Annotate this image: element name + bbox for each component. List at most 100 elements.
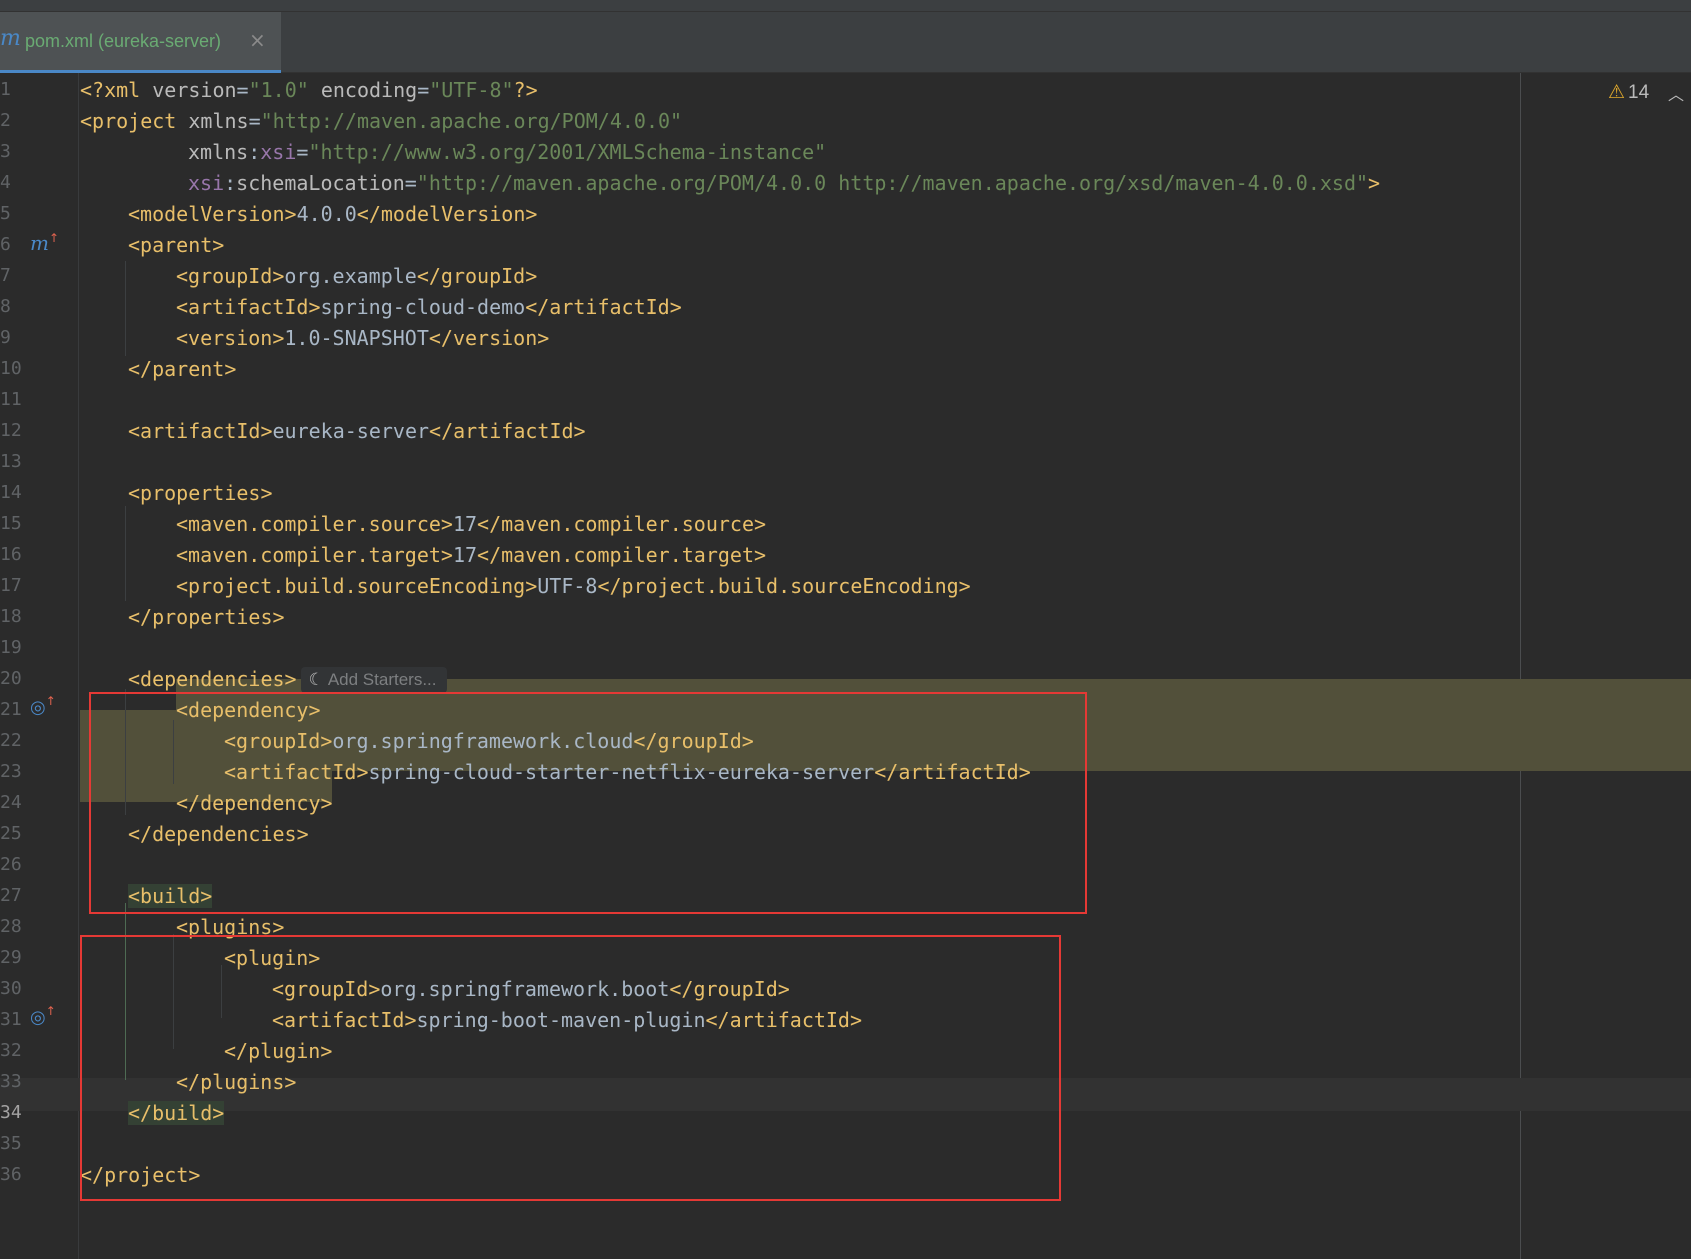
code-line[interactable]: 15 <maven.compiler.source>17</maven.comp…: [0, 507, 1691, 540]
code-line[interactable]: 9 <version>1.0-SNAPSHOT</version>: [0, 321, 1691, 354]
annotation-box-build: [80, 935, 1061, 1201]
attr-name: encoding: [308, 78, 418, 102]
colon: :: [224, 171, 237, 195]
inspections-widget[interactable]: ⚠ 14: [1608, 81, 1649, 104]
line-number: 28: [0, 916, 22, 937]
code-line[interactable]: 7 <groupId>org.example</groupId>: [0, 259, 1691, 292]
tag: </project.build.sourceEncoding>: [597, 574, 971, 598]
tag-text: 4.0.0: [296, 202, 357, 226]
line-number: 22: [0, 730, 22, 751]
window-top-strip: [0, 0, 1691, 12]
code-line[interactable]: 13: [0, 445, 1691, 478]
line-number: 6: [0, 234, 11, 255]
line-number: 8: [0, 296, 11, 317]
namespace: xsi: [260, 140, 297, 164]
code-text: <groupId>org.example</groupId>: [176, 264, 537, 288]
code-line[interactable]: 19: [0, 631, 1691, 664]
code-line[interactable]: 5 <modelVersion>4.0.0</modelVersion>: [0, 197, 1691, 230]
code-line[interactable]: 18 </properties>: [0, 600, 1691, 633]
add-starters-button[interactable]: ☾ Add Starters...: [300, 667, 447, 693]
line-number: 23: [0, 761, 22, 782]
line-number: 7: [0, 265, 11, 286]
line-number: 12: [0, 420, 22, 441]
close-icon[interactable]: ×: [249, 28, 266, 52]
line-number: 30: [0, 978, 22, 999]
tag-text: UTF-8: [537, 574, 598, 598]
annotation-box-dependencies: [89, 692, 1087, 914]
code-text: <dependencies> ☾ Add Starters...: [128, 667, 447, 694]
code-line[interactable]: 8 <artifactId>spring-cloud-demo</artifac…: [0, 290, 1691, 323]
tag: <dependencies>: [128, 667, 297, 691]
attr-name: version: [152, 78, 237, 102]
line-number: 2: [0, 110, 11, 131]
code-text: xmlns:xsi="http://www.w3.org/2001/XMLSch…: [188, 140, 826, 164]
line-number: 24: [0, 792, 22, 813]
line-number: 35: [0, 1133, 22, 1154]
tag-text: 17: [452, 543, 478, 567]
dependency-target-icon[interactable]: ◎↑: [30, 1004, 56, 1030]
tag-text: org.example: [284, 264, 417, 288]
code-line[interactable]: 20 <dependencies> ☾ Add Starters...: [0, 662, 1691, 695]
line-number: 5: [0, 203, 11, 224]
colon: :: [248, 140, 261, 164]
editor-tab-bar: m pom.xml (eureka-server) ×: [0, 12, 1691, 74]
dependency-target-icon[interactable]: ◎↑: [30, 694, 56, 720]
attr-name: schemaLocation: [236, 171, 405, 195]
code-text: <maven.compiler.source>17</maven.compile…: [176, 512, 766, 536]
attr-value: "http://maven.apache.org/POM/4.0.0 http:…: [416, 171, 1369, 195]
equals: =: [296, 140, 309, 164]
code-line[interactable]: 11: [0, 383, 1691, 416]
code-line[interactable]: 17 <project.build.sourceEncoding>UTF-8</…: [0, 569, 1691, 602]
maven-parent-icon[interactable]: m↑: [30, 231, 59, 257]
code-line[interactable]: 2 <project xmlns="http://maven.apache.or…: [0, 104, 1691, 137]
code-line[interactable]: 1 <?xml version="1.0" encoding="UTF-8"?>: [0, 73, 1691, 106]
tag-text: 1.0-SNAPSHOT: [284, 326, 429, 350]
line-number: 10: [0, 358, 22, 379]
line-number: 27: [0, 885, 22, 906]
line-number: 33: [0, 1071, 22, 1092]
line-number: 3: [0, 141, 11, 162]
code-line[interactable]: 12 <artifactId>eureka-server</artifactId…: [0, 414, 1691, 447]
line-number: 14: [0, 482, 22, 503]
tag: <maven.compiler.target>: [176, 543, 453, 567]
line-number: 21: [0, 699, 22, 720]
code-line[interactable]: 3 xmlns:xsi="http://www.w3.org/2001/XMLS…: [0, 135, 1691, 168]
tag: </maven.compiler.source>: [477, 512, 767, 536]
tag: </groupId>: [416, 264, 538, 288]
equals: =: [404, 171, 417, 195]
line-number: 4: [0, 172, 11, 193]
code-editor[interactable]: 1 <?xml version="1.0" encoding="UTF-8"?>…: [0, 73, 1691, 1259]
line-number: 34: [0, 1102, 22, 1123]
tag: <maven.compiler.source>: [176, 512, 453, 536]
line-number: 13: [0, 451, 22, 472]
equals: =: [248, 109, 261, 133]
tab-title[interactable]: pom.xml (eureka-server): [25, 31, 221, 52]
code-line[interactable]: 16 <maven.compiler.target>17</maven.comp…: [0, 538, 1691, 571]
attr-name: xmlns: [188, 109, 249, 133]
code-line[interactable]: 6 m↑ <parent>: [0, 228, 1691, 261]
code-line[interactable]: 4 xsi:schemaLocation="http://maven.apach…: [0, 166, 1691, 199]
attr-value: "http://www.w3.org/2001/XMLSchema-instan…: [308, 140, 827, 164]
code-text: <project xmlns="http://maven.apache.org/…: [80, 109, 682, 133]
namespace: xsi: [188, 171, 225, 195]
tag: </properties>: [128, 605, 285, 629]
tab-pom-xml[interactable]: m pom.xml (eureka-server) ×: [0, 12, 281, 74]
attr-value: "1.0": [248, 78, 309, 102]
xml-declaration: <?xml: [80, 78, 153, 102]
line-number: 29: [0, 947, 22, 968]
tag-text: spring-cloud-demo: [320, 295, 526, 319]
line-number: 1: [0, 79, 11, 100]
chevron-up-icon[interactable]: ︿: [1668, 81, 1684, 105]
code-text: </parent>: [128, 357, 236, 381]
code-line[interactable]: 10 </parent>: [0, 352, 1691, 385]
line-number: 16: [0, 544, 22, 565]
tag: <parent>: [128, 233, 225, 257]
code-line[interactable]: 14 <properties>: [0, 476, 1691, 509]
line-number: 17: [0, 575, 22, 596]
line-number: 26: [0, 854, 22, 875]
code-text: <maven.compiler.target>17</maven.compile…: [176, 543, 766, 567]
line-number: 20: [0, 668, 22, 689]
code-text: <project.build.sourceEncoding>UTF-8</pro…: [176, 574, 971, 598]
warning-triangle-icon: ⚠: [1608, 81, 1626, 103]
equals: =: [236, 78, 249, 102]
